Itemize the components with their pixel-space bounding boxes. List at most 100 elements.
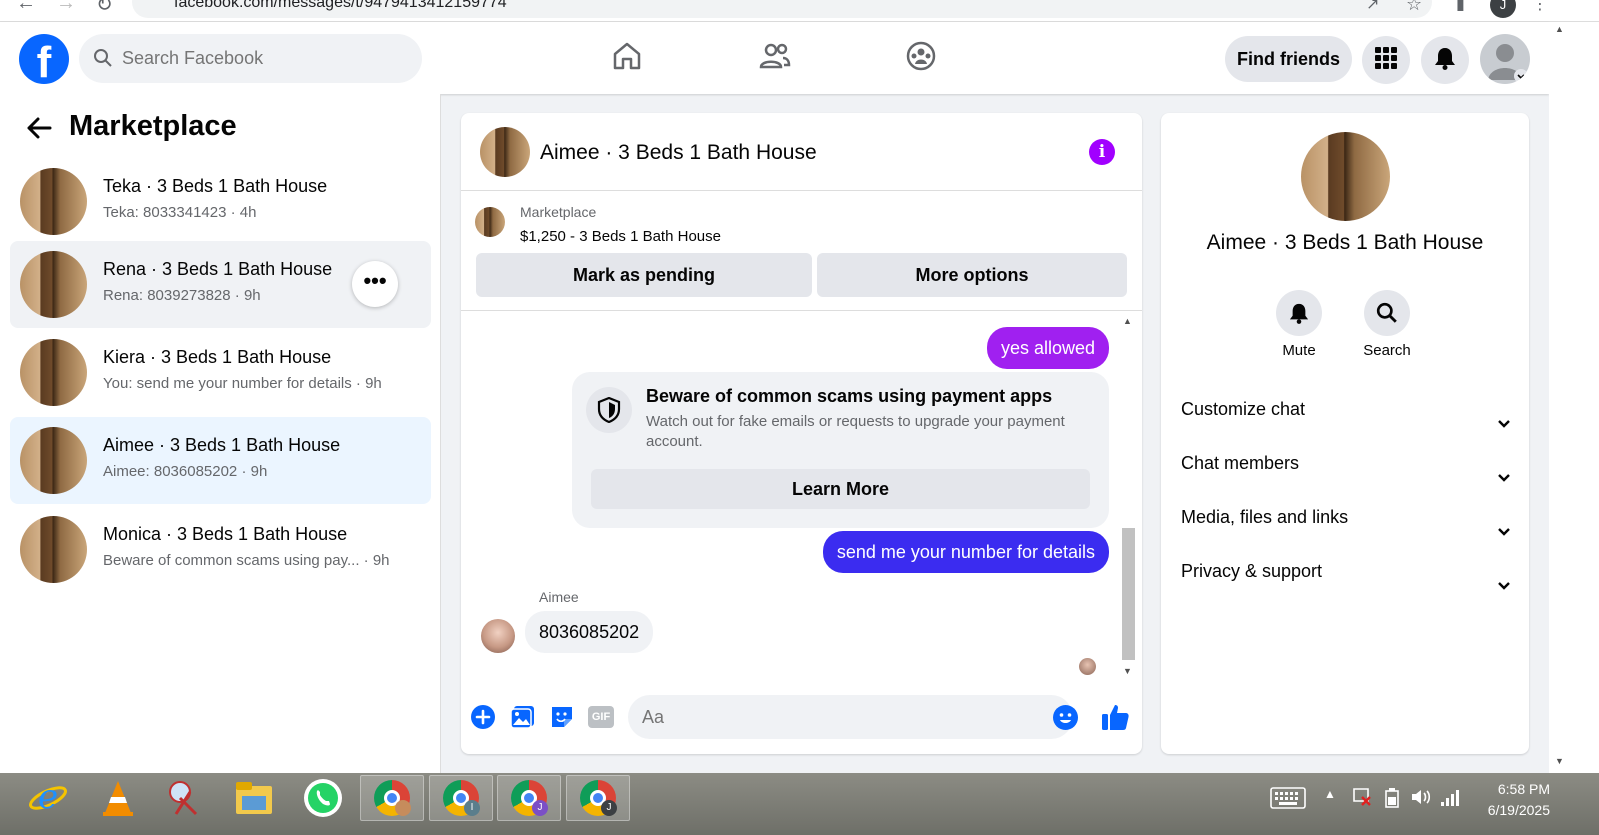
- scroll-down-icon[interactable]: ▼: [1555, 756, 1564, 766]
- reload-icon[interactable]: ↻: [96, 0, 113, 17]
- conversation-item-aimee[interactable]: Aimee · 3 Beds 1 Bath House Aimee: 80360…: [10, 417, 431, 504]
- listing-thumbnail: [475, 207, 505, 237]
- vlc-icon[interactable]: [86, 775, 150, 821]
- browser-profile-avatar[interactable]: J: [1490, 0, 1516, 18]
- conversation-item-rena[interactable]: Rena · 3 Beds 1 Bath House Rena: 8039273…: [10, 241, 431, 328]
- menu-grid-button[interactable]: [1362, 36, 1410, 84]
- clock-date: 6/19/2025: [1487, 802, 1550, 818]
- bell-icon: [1276, 290, 1322, 336]
- media-files-links-section[interactable]: Media, files and links: [1181, 497, 1511, 537]
- find-friends-button[interactable]: Find friends: [1225, 36, 1352, 82]
- sticker-icon[interactable]: [549, 704, 575, 730]
- share-icon[interactable]: ↗: [1366, 0, 1379, 14]
- conversation-name: Aimee · 3 Beds 1 Bath House: [103, 435, 341, 455]
- browser-menu-icon[interactable]: ⋮: [1532, 0, 1548, 14]
- account-avatar[interactable]: [1480, 34, 1530, 84]
- plus-icon[interactable]: [470, 704, 496, 730]
- home-icon[interactable]: [611, 40, 643, 77]
- conversation-preview: Rena: 8039273828 · 9h: [103, 287, 261, 304]
- forward-icon[interactable]: →: [56, 0, 76, 15]
- power-icon[interactable]: [1382, 787, 1402, 814]
- learn-more-button[interactable]: Learn More: [591, 469, 1090, 509]
- network-signal-icon[interactable]: [1440, 787, 1460, 812]
- info-icon[interactable]: i: [1089, 139, 1115, 165]
- sender-avatar[interactable]: [481, 619, 515, 653]
- volume-icon[interactable]: [1410, 787, 1432, 812]
- chat-thumbnail[interactable]: [480, 127, 530, 177]
- page-title: Marketplace: [69, 110, 237, 142]
- chat-details-panel: Aimee · 3 Beds 1 Bath House Mute Search …: [1161, 113, 1529, 754]
- scroll-down-icon[interactable]: ▼: [1123, 666, 1132, 676]
- profile-badge: J: [601, 800, 617, 816]
- action-center-icon[interactable]: [1352, 787, 1372, 812]
- marketplace-listing-box: Marketplace $1,250 - 3 Beds 1 Bath House…: [461, 191, 1142, 311]
- internet-explorer-icon[interactable]: e: [16, 775, 80, 821]
- mark-as-pending-button[interactable]: Mark as pending: [476, 253, 812, 297]
- star-icon[interactable]: ☆: [1406, 0, 1422, 15]
- message-input-box[interactable]: [628, 695, 1078, 739]
- sidepanel-icon[interactable]: ▮: [1456, 0, 1465, 14]
- search-in-chat-button[interactable]: Search: [1347, 290, 1427, 359]
- friends-icon[interactable]: [759, 40, 791, 77]
- bell-icon: [1434, 46, 1456, 75]
- back-icon[interactable]: ←: [16, 0, 36, 15]
- search-box[interactable]: [79, 34, 422, 83]
- whatsapp-icon[interactable]: [291, 775, 355, 821]
- mute-button[interactable]: Mute: [1259, 290, 1339, 359]
- listing-thumbnail: [20, 516, 87, 583]
- message-input[interactable]: [642, 695, 1042, 739]
- more-options-button[interactable]: •••: [352, 261, 398, 307]
- message-list: yes allowed Beware of common scams using…: [461, 312, 1142, 682]
- back-arrow-icon[interactable]: [26, 116, 52, 145]
- more-options-button[interactable]: More options: [817, 253, 1127, 297]
- thumbs-up-icon[interactable]: [1100, 702, 1130, 732]
- photo-icon[interactable]: [510, 704, 536, 730]
- page-scrollbar[interactable]: ▲ ▼: [1549, 22, 1599, 773]
- chrome-window-4[interactable]: J: [566, 775, 630, 821]
- section-label: Privacy & support: [1181, 561, 1323, 581]
- section-label: Media, files and links: [1181, 507, 1349, 527]
- conversation-name: Teka · 3 Beds 1 Bath House: [103, 176, 328, 196]
- facebook-header: f Find friends: [0, 22, 1549, 94]
- mute-label: Mute: [1282, 342, 1316, 359]
- scroll-up-icon[interactable]: ▲: [1555, 24, 1564, 34]
- conversation-name: Monica · 3 Beds 1 Bath House: [103, 524, 348, 544]
- chat-panel: Aimee · 3 Beds 1 Bath House i Marketplac…: [461, 113, 1142, 754]
- facebook-logo-icon[interactable]: f: [19, 34, 69, 84]
- conversation-item-monica[interactable]: Monica · 3 Beds 1 Bath House Beware of c…: [10, 506, 431, 593]
- profile-badge: J: [532, 800, 548, 816]
- browser-toolbar: ← → ↻ facebook.com/messages/t/9479413412…: [0, 0, 1599, 22]
- search-input[interactable]: [122, 34, 412, 83]
- chrome-window-2[interactable]: I: [429, 775, 493, 821]
- windows-taskbar: e I J J ▲ 6:58 PM 6/19/2025: [0, 773, 1599, 835]
- search-icon: [1364, 290, 1410, 336]
- gif-icon[interactable]: GIF: [588, 706, 614, 728]
- notifications-button[interactable]: [1421, 36, 1469, 84]
- chrome-window-3[interactable]: J: [497, 775, 561, 821]
- conversation-preview: Teka: 8033341423 · 4h: [103, 204, 257, 221]
- conversation-item-teka[interactable]: Teka · 3 Beds 1 Bath House Teka: 8033341…: [10, 158, 431, 245]
- grid-icon: [1375, 46, 1397, 74]
- tray-expand-icon[interactable]: ▲: [1324, 787, 1336, 801]
- emoji-icon[interactable]: [1053, 705, 1078, 730]
- chat-title[interactable]: Aimee · 3 Beds 1 Bath House: [540, 141, 817, 165]
- keyboard-icon[interactable]: [1270, 787, 1306, 814]
- privacy-support-section[interactable]: Privacy & support: [1181, 551, 1511, 591]
- chrome-window-1[interactable]: [360, 775, 424, 821]
- chat-members-section[interactable]: Chat members: [1181, 443, 1511, 483]
- file-explorer-icon[interactable]: [222, 775, 286, 821]
- conversation-item-kiera[interactable]: Kiera · 3 Beds 1 Bath House You: send me…: [10, 329, 431, 416]
- chevron-down-icon: [1497, 457, 1511, 497]
- scroll-up-icon[interactable]: ▲: [1123, 316, 1132, 326]
- listing-avatar[interactable]: [1301, 132, 1390, 221]
- listing-title[interactable]: $1,250 - 3 Beds 1 Bath House: [520, 228, 721, 245]
- snipping-tool-icon[interactable]: [154, 775, 218, 821]
- groups-icon[interactable]: [905, 40, 937, 77]
- system-clock[interactable]: 6:58 PM 6/19/2025: [1470, 779, 1550, 821]
- message-scrollbar[interactable]: ▲ ▼: [1120, 312, 1137, 682]
- details-title: Aimee · 3 Beds 1 Bath House: [1206, 231, 1484, 254]
- outgoing-message: send me your number for details: [822, 531, 1109, 573]
- url-text[interactable]: facebook.com/messages/t/9479413412159774: [174, 0, 507, 12]
- customize-chat-section[interactable]: Customize chat: [1181, 389, 1511, 429]
- scroll-thumb[interactable]: [1122, 528, 1135, 660]
